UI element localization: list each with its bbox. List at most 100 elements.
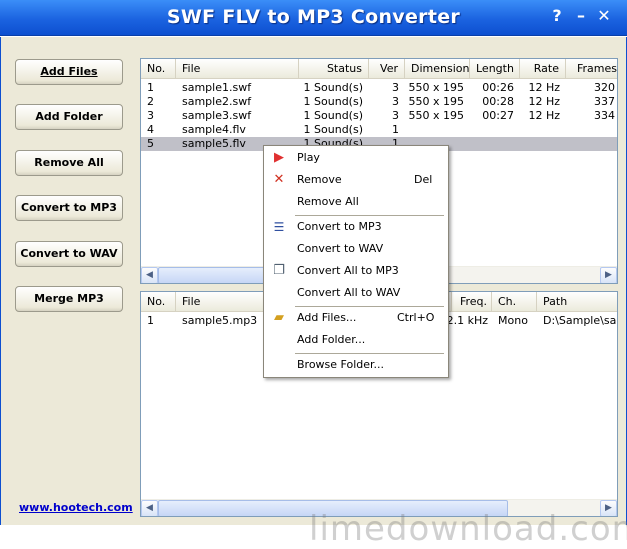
hootech-link[interactable]: www.hootech.com [19,501,133,514]
cell-length [470,123,514,137]
merge-mp3-label: Merge MP3 [34,292,104,305]
scroll-left-arrow[interactable]: ◀ [141,267,158,283]
cell-file: sample1.swf [182,81,252,94]
menu-convert-mp3-label: Convert to MP3 [297,220,382,233]
remove-all-button[interactable]: Remove All [15,150,123,176]
cell-rate [520,137,560,151]
convert-mp3-button[interactable]: Convert to MP3 [15,195,123,221]
menu-remove-all-label: Remove All [297,195,359,208]
cell-no: 2 [147,95,154,108]
table-row[interactable]: 4 sample4.flv 1 Sound(s) 1 [141,123,617,137]
add-files-button[interactable]: Add Files [15,59,123,85]
table-row[interactable]: 2 sample2.swf 1 Sound(s) 3 550 x 195 00:28 12 … [141,95,617,109]
menu-add-files[interactable]: ▰ Add Files... Ctrl+O [266,308,446,328]
window-title: SWF FLV to MP3 Converter [166,6,461,28]
scroll-left-arrow[interactable]: ◀ [141,500,158,516]
col-frames[interactable]: Frames [566,59,617,79]
cell-frames: 334 [594,109,615,122]
convert-wav-label: Convert to WAV [20,247,118,260]
col-no[interactable]: No. [141,292,176,312]
cell-frames [566,137,615,151]
col-status[interactable]: Status [299,59,369,79]
cell-length: 00:27 [482,109,514,122]
menu-browse-folder[interactable]: Browse Folder... [266,355,446,375]
menu-remove-all[interactable]: Remove All [266,192,446,212]
convert-all-icon: ❐ [273,263,285,278]
menu-convert-mp3[interactable]: ☰ Convert to MP3 [266,217,446,237]
col-dimension[interactable]: Dimension [405,59,470,79]
col-file[interactable]: File [176,59,299,79]
play-icon: ▶ [274,150,284,165]
context-menu: ▶ Play ✕ Remove Del Remove All ☰ Convert… [263,145,449,378]
cell-ver: 1 [392,123,399,136]
col-rate[interactable]: Rate [520,59,566,79]
merge-mp3-button[interactable]: Merge MP3 [15,286,123,312]
add-folder-button[interactable]: Add Folder [15,104,123,130]
cell-no: 3 [147,109,154,122]
remove-all-label: Remove All [34,156,104,169]
cell-dimension: 550 x 195 [408,81,465,94]
cell-ver: 3 [392,81,399,94]
menu-separator [295,215,444,216]
cell-channel: Mono [498,314,528,327]
cell-no: 4 [147,123,154,136]
menu-remove-shortcut: Del [414,173,433,186]
col-path[interactable]: Path [537,292,617,312]
menu-convert-wav-label: Convert to WAV [297,242,384,255]
minimize-button[interactable]: – [572,6,590,26]
cell-no: 1 [147,314,154,327]
menu-separator [295,306,444,307]
source-list-header: No. File Status Ver Dimension Length Rat… [141,59,617,79]
help-button[interactable]: ? [548,6,566,26]
remove-icon: ✕ [273,172,285,187]
menu-convert-all-mp3-label: Convert All to MP3 [297,264,399,277]
cell-no: 5 [147,137,154,150]
col-ver[interactable]: Ver [369,59,405,79]
cell-no: 1 [147,81,154,94]
cell-length: 00:28 [482,95,514,108]
cell-path: D:\Sample\samp [543,314,617,327]
cell-ver: 3 [392,109,399,122]
add-folder-label: Add Folder [35,110,103,123]
col-freq[interactable]: Freq. [452,292,492,312]
menu-convert-all-mp3[interactable]: ❐ Convert All to MP3 [266,261,446,281]
convert-mp3-label: Convert to MP3 [21,201,117,214]
cell-ver: 3 [392,95,399,108]
menu-convert-all-wav-label: Convert All to WAV [297,286,401,299]
close-button[interactable]: ✕ [595,6,613,26]
menu-browse-folder-label: Browse Folder... [297,358,385,371]
menu-convert-wav[interactable]: Convert to WAV [266,239,446,259]
cell-dimension [405,123,464,137]
menu-separator [295,353,444,354]
col-ch[interactable]: Ch. [492,292,537,312]
menu-add-files-label: Add Files... [297,311,357,324]
cell-length [470,137,514,151]
cell-length: 00:26 [482,81,514,94]
convert-list-icon: ☰ [273,220,285,234]
folder-open-icon: ▰ [274,310,284,325]
cell-rate: 12 Hz [528,81,560,94]
table-row[interactable]: 1 sample1.swf 1 Sound(s) 3 550 x 195 00:26 12 … [141,81,617,95]
cell-rate [520,123,560,137]
menu-add-files-shortcut: Ctrl+O [397,311,435,324]
scroll-right-arrow[interactable]: ▶ [600,267,617,283]
menu-play-label: Play [297,151,320,164]
cell-rate: 12 Hz [528,95,560,108]
menu-convert-all-wav[interactable]: Convert All to WAV [266,283,446,303]
cell-status: 1 Sound(s) [303,109,363,122]
menu-remove[interactable]: ✕ Remove Del [266,170,446,190]
cell-dimension: 550 x 195 [408,95,465,108]
scroll-thumb[interactable] [158,267,278,283]
menu-play[interactable]: ▶ Play [266,148,446,168]
convert-wav-button[interactable]: Convert to WAV [15,241,123,267]
add-files-label: Add Files [40,65,98,78]
menu-add-folder[interactable]: Add Folder... [266,330,446,350]
cell-status: 1 Sound(s) [303,123,363,136]
col-no[interactable]: No. [141,59,176,79]
col-length[interactable]: Length [470,59,520,79]
cell-dimension: 550 x 195 [408,109,465,122]
cell-rate: 12 Hz [528,109,560,122]
cell-frames [566,123,615,137]
table-row[interactable]: 3 sample3.swf 1 Sound(s) 3 550 x 195 00:27 12 … [141,109,617,123]
cell-file: sample2.swf [182,95,252,108]
